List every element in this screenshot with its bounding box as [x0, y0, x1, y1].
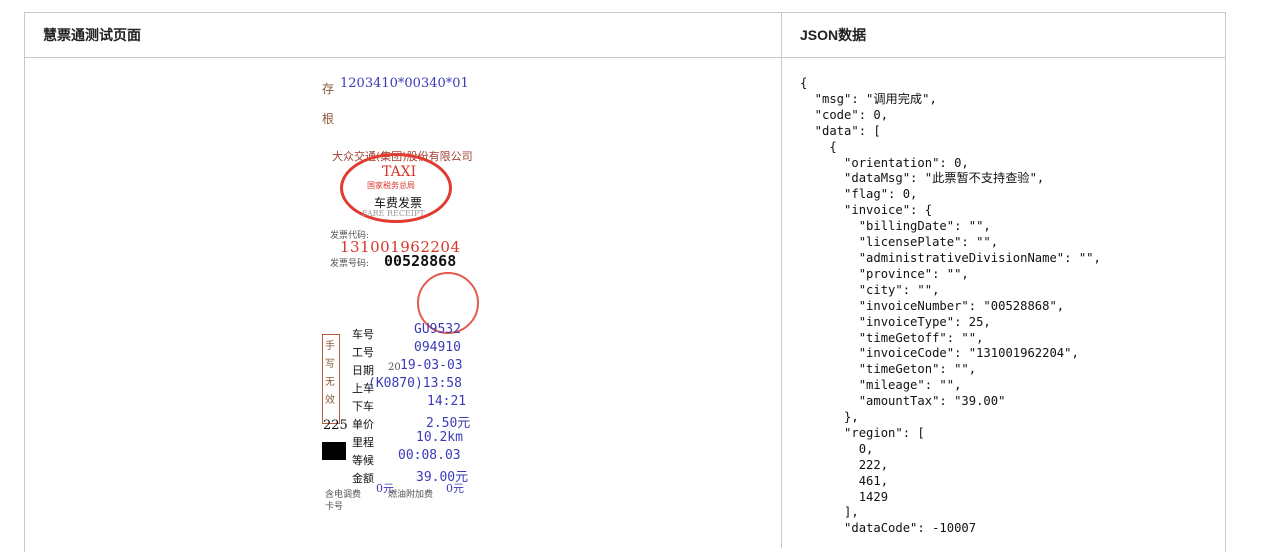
receipt-amount-label: 金额	[352, 472, 374, 485]
receipt-taxi-label: TAXI	[382, 164, 417, 180]
receipt-tax-bureau: 国家税务总局	[367, 181, 415, 190]
receipt-off-label: 下车	[352, 400, 374, 413]
result-table: 慧票通测试页面 JSON数据 1203410*00340*01 存 根 大众交通…	[24, 12, 1226, 552]
right-column-header: JSON数据	[800, 27, 867, 43]
receipt-fare-receipt: FARE RECEIPT	[362, 209, 425, 218]
receipt-work-label: 工号	[352, 346, 374, 359]
left-column-header: 慧票通测试页面	[25, 13, 782, 57]
receipt-fuel-text: 燃油附加费	[388, 490, 434, 500]
receipt-price-label: 单价	[352, 418, 374, 431]
receipt-top-code: 1203410*00340*01	[340, 76, 469, 91]
receipt-price-value: 2.50元	[426, 416, 471, 431]
receipt-side-char-1: 存	[322, 82, 335, 96]
json-output: { "msg": "调用完成", "code": 0, "data": [ { …	[800, 76, 1101, 536]
redacted-block	[322, 442, 346, 460]
receipt-on-value: (K0870)13:58	[368, 376, 462, 391]
invoice-image-cell: 1203410*00340*01 存 根 大众交通(集团)股份有限公司 TAXI…	[25, 58, 782, 548]
receipt-mile-value: 10.2km	[416, 430, 463, 445]
receipt-date-prefix: 20	[388, 362, 401, 373]
receipt-handwrite-chars: 手写无效	[325, 341, 335, 406]
receipt-date-value: 19-03-03	[400, 358, 463, 373]
receipt-car-label: 车号	[352, 328, 374, 341]
receipt-left-number: 225	[323, 418, 348, 433]
receipt-car-value: GU9532	[414, 322, 461, 337]
table-body-row: 1203410*00340*01 存 根 大众交通(集团)股份有限公司 TAXI…	[25, 58, 1225, 548]
receipt-work-value: 094910	[414, 340, 461, 355]
receipt-bottom-text-2: 卡号	[325, 502, 344, 512]
receipt-off-value: 14:21	[427, 394, 467, 409]
receipt-number-label: 发票号码:	[330, 259, 370, 269]
receipt-wait-label: 等候	[352, 454, 374, 467]
receipt-mile-label: 里程	[352, 436, 374, 449]
receipt-wait-value: 00:08.03	[398, 448, 461, 463]
taxi-receipt-image: 1203410*00340*01 存 根 大众交通(集团)股份有限公司 TAXI…	[322, 76, 482, 548]
receipt-extra-value-2: 0元	[446, 482, 464, 495]
receipt-side-char-2: 根	[322, 112, 335, 126]
json-data-cell: { "msg": "调用完成", "code": 0, "data": [ { …	[782, 58, 1225, 548]
receipt-number-value: 00528868	[384, 252, 457, 270]
table-header-row: 慧票通测试页面 JSON数据	[25, 13, 1225, 58]
